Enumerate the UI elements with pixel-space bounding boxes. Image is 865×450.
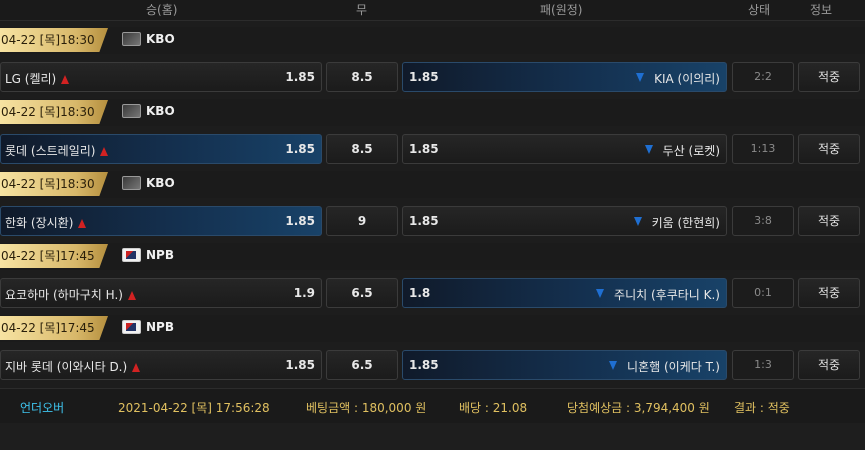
match-date-bar: 04-22 [목]18:30 KBO	[0, 27, 865, 54]
away-team-name: 주니치 (후쿠타니 K.)	[614, 288, 720, 302]
col-home: 승(홈)	[146, 3, 178, 17]
away-win-button[interactable]: 1.85 두산 (로켓)	[402, 134, 727, 164]
npb-logo-icon	[122, 320, 141, 334]
match-date-bar: 04-22 [목]17:45 NPB	[0, 315, 865, 342]
bet-amount: 베팅금액 : 180,000 원	[306, 401, 427, 415]
away-odds: 1.85	[409, 358, 439, 372]
home-odds: 1.85	[285, 70, 315, 84]
kbo-logo-icon	[122, 104, 141, 118]
match-date-bar: 04-22 [목]17:45 NPB	[0, 243, 865, 270]
home-odds: 1.9	[293, 286, 315, 300]
down-arrow-icon	[609, 361, 618, 370]
match-date: 04-22 [목]18:30	[0, 172, 108, 196]
col-info: 정보	[810, 3, 833, 17]
bet-type: 언더오버	[20, 401, 65, 415]
down-arrow-icon	[633, 217, 642, 226]
home-win-button[interactable]: 지바 롯데 (이와시타 D.) 1.85	[0, 350, 322, 380]
home-win-button[interactable]: 한화 (장시환) 1.85	[0, 206, 322, 236]
away-team-name: 키움 (한현희)	[651, 216, 720, 230]
info-button[interactable]: 적중	[798, 62, 860, 92]
column-header: 승(홈) 무 패(원정) 상태 정보	[0, 0, 865, 21]
up-arrow-icon	[132, 363, 141, 372]
league-name: NPB	[146, 248, 174, 262]
info-button[interactable]: 적중	[798, 350, 860, 380]
home-team-name: LG (켈리)	[5, 72, 57, 86]
info-button[interactable]: 적중	[798, 278, 860, 308]
up-arrow-icon	[61, 75, 70, 84]
match-row: 04-22 [목]17:45 NPB 지바 롯데 (이와시타 D.) 1.85 6.5 1…	[0, 315, 865, 387]
col-draw: 무	[356, 3, 368, 17]
home-odds: 1.85	[285, 214, 315, 228]
up-arrow-icon	[78, 219, 87, 228]
draw-odds: 6.5	[351, 358, 373, 372]
home-team-name: 요코하마 (하마구치 H.)	[5, 288, 123, 302]
draw-button[interactable]: 8.5	[326, 134, 398, 164]
away-win-button[interactable]: 1.85 키움 (한현희)	[402, 206, 727, 236]
match-row: 04-22 [목]18:30 KBO 한화 (장시환) 1.85 9 1.85 키움 (한현…	[0, 171, 865, 243]
match-row: 04-22 [목]18:30 KBO LG (켈리) 1.85 8.5 1.85 KIA (…	[0, 27, 865, 99]
kbo-logo-icon	[122, 176, 141, 190]
down-arrow-icon	[636, 73, 645, 82]
kbo-logo-icon	[122, 32, 141, 46]
league-name: NPB	[146, 320, 174, 334]
home-win-button[interactable]: LG (켈리) 1.85	[0, 62, 322, 92]
draw-button[interactable]: 6.5	[326, 278, 398, 308]
up-arrow-icon	[127, 291, 136, 300]
away-odds: 1.85	[409, 142, 439, 156]
home-team-name: 지바 롯데 (이와시타 D.)	[5, 360, 128, 374]
home-team-name: 한화 (장시환)	[5, 216, 74, 230]
draw-odds: 8.5	[351, 70, 373, 84]
match-row: 04-22 [목]18:30 KBO 롯데 (스트레일리) 1.85 8.5 1.85 두산…	[0, 99, 865, 171]
bet-expected-payout: 당첨예상금 : 3,794,400 원	[567, 401, 710, 415]
away-odds: 1.85	[409, 70, 439, 84]
draw-button[interactable]: 8.5	[326, 62, 398, 92]
col-away: 패(원정)	[540, 3, 583, 17]
league-name: KBO	[146, 176, 175, 190]
match-date: 04-22 [목]18:30	[0, 28, 108, 52]
match-score: 1:13	[732, 134, 794, 164]
match-score: 2:2	[732, 62, 794, 92]
home-odds: 1.85	[285, 358, 315, 372]
home-win-button[interactable]: 롯데 (스트레일리) 1.85	[0, 134, 322, 164]
draw-odds: 8.5	[351, 142, 373, 156]
match-date: 04-22 [목]18:30	[0, 100, 108, 124]
home-team-name: 롯데 (스트레일리)	[5, 144, 96, 158]
match-date: 04-22 [목]17:45	[0, 316, 108, 340]
col-state: 상태	[748, 3, 771, 17]
away-win-button[interactable]: 1.8 주니치 (후쿠타니 K.)	[402, 278, 727, 308]
bet-datetime: 2021-04-22 [목] 17:56:28	[118, 401, 270, 415]
league-name: KBO	[146, 104, 175, 118]
draw-button[interactable]: 9	[326, 206, 398, 236]
match-score: 0:1	[732, 278, 794, 308]
away-odds: 1.8	[409, 286, 431, 300]
away-team-name: 두산 (로켓)	[662, 144, 720, 158]
home-odds: 1.85	[285, 142, 315, 156]
match-row: 04-22 [목]17:45 NPB 요코하마 (하마구치 H.) 1.9 6.5 1.8…	[0, 243, 865, 315]
up-arrow-icon	[100, 147, 109, 156]
away-odds: 1.85	[409, 214, 439, 228]
down-arrow-icon	[644, 145, 653, 154]
home-win-button[interactable]: 요코하마 (하마구치 H.) 1.9	[0, 278, 322, 308]
info-button[interactable]: 적중	[798, 134, 860, 164]
draw-odds: 6.5	[351, 286, 373, 300]
away-team-name: 니혼햄 (이케다 T.)	[627, 360, 720, 374]
npb-logo-icon	[122, 248, 141, 262]
bet-summary: 언더오버 2021-04-22 [목] 17:56:28 베팅금액 : 180,…	[0, 388, 865, 424]
match-score: 1:3	[732, 350, 794, 380]
away-win-button[interactable]: 1.85 KIA (이의리)	[402, 62, 727, 92]
draw-odds: 9	[357, 214, 367, 228]
match-date-bar: 04-22 [목]18:30 KBO	[0, 99, 865, 126]
match-score: 3:8	[732, 206, 794, 236]
match-date-bar: 04-22 [목]18:30 KBO	[0, 171, 865, 198]
league-name: KBO	[146, 32, 175, 46]
away-win-button[interactable]: 1.85 니혼햄 (이케다 T.)	[402, 350, 727, 380]
draw-button[interactable]: 6.5	[326, 350, 398, 380]
footer-spacer	[0, 423, 865, 450]
away-team-name: KIA (이의리)	[654, 72, 720, 86]
down-arrow-icon	[596, 289, 605, 298]
match-date: 04-22 [목]17:45	[0, 244, 108, 268]
bet-result: 결과 : 적중	[734, 401, 790, 415]
bet-odds: 배당 : 21.08	[459, 401, 528, 415]
info-button[interactable]: 적중	[798, 206, 860, 236]
